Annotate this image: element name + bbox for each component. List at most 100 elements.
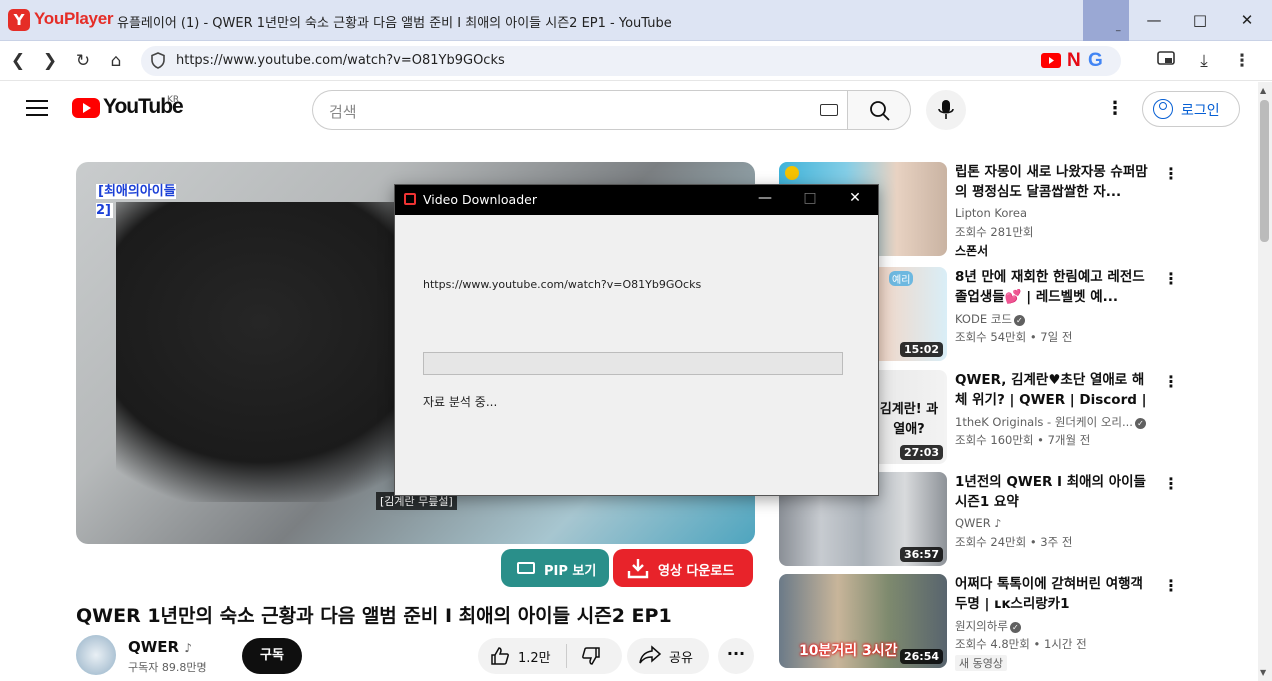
recommendation-channel[interactable]: Lipton Korea [955,206,1027,220]
home-icon[interactable]: ⌂ [106,51,126,71]
video-title: QWER 1년만의 숙소 근황과 다음 앨범 준비 I 최애의 아이들 시즌2 … [76,605,672,627]
page-scrollbar[interactable]: ▲ ▼ [1258,82,1272,681]
download-icon [627,557,649,579]
reload-icon[interactable]: ↻ [73,51,93,71]
new-video-badge: 새 동영상 [955,655,1007,671]
window-extra-button[interactable]: _ [1083,0,1129,41]
recommendation-menu-icon[interactable]: ⋮ [1163,164,1179,183]
share-label: 공유 [669,651,693,666]
dialog-titlebar[interactable]: Video Downloader — □ ✕ [395,185,878,215]
dislike-icon[interactable] [581,646,601,670]
verified-icon: ✓ [1134,418,1146,429]
microphone-icon [938,100,954,119]
recommendation-meta: 조회수 24만회 • 3주 전 [955,535,1073,549]
search-input[interactable]: 검색 [312,90,848,130]
video-thumbnail[interactable]: 10분거리 3시간 26:54 [779,574,947,668]
download-icon[interactable]: ⤓ [1194,51,1214,71]
minimize-icon[interactable]: — [1131,0,1177,41]
scroll-down-icon[interactable]: ▼ [1260,668,1266,677]
hamburger-menu-icon[interactable] [26,100,48,118]
recommendation-menu-icon[interactable]: ⋮ [1163,474,1179,493]
video-downloader-dialog: Video Downloader — □ ✕ https://www.youtu… [394,184,879,496]
window-title: 유플레이어 (1) - QWER 1년만의 숙소 근황과 다음 앨범 준비 I … [117,16,672,31]
search-icon [870,101,890,121]
recommendation-title: 8년 만에 재회한 한림예고 레전드 졸업생들💕 | 레드벨벳 예... [955,269,1145,305]
youtube-ext-icon[interactable] [1041,53,1061,68]
window-titlebar: Y YouPlayer 유플레이어 (1) - QWER 1년만의 숙소 근황과… [0,0,1272,41]
forward-icon[interactable]: ❯ [40,51,60,71]
recommendation-menu-icon[interactable]: ⋮ [1163,372,1179,391]
music-note-icon: ♪ [184,641,192,655]
video-overlay-logo: [최애의아이들2] [96,184,176,218]
netflix-ext-icon[interactable]: N [1067,50,1081,71]
app-logo-icon: Y [8,9,30,31]
pip-window-icon[interactable] [1156,51,1176,71]
scroll-up-icon[interactable]: ▲ [1260,86,1266,95]
pip-label: PIP 보기 [544,564,597,579]
share-icon [639,645,662,670]
close-icon[interactable]: ✕ [1224,0,1270,41]
recommendation-menu-icon[interactable]: ⋮ [1163,576,1179,595]
app-name: YouPlayer [34,9,114,28]
thumbnail-label: 김계란! 과 열애? [879,402,939,437]
dialog-url: https://www.youtube.com/watch?v=O81Yb9GO… [423,278,702,291]
like-divider [566,644,567,668]
more-actions-icon[interactable]: ··· [718,638,754,674]
search-placeholder: 검색 [329,103,357,121]
recommendation-meta: 조회수 160만회 • 7개월 전 [955,433,1091,447]
recommendation-meta: 조회수 281만회 [955,225,1034,239]
search-button[interactable] [847,90,911,130]
channel-avatar[interactable] [76,635,116,675]
subscriber-count: 구독자 89.8만명 [128,661,207,674]
voice-search-button[interactable] [926,90,966,130]
recommendation-channel[interactable]: 1theK Originals - 원더케이 오리... ✓ [955,414,1146,430]
url-text: https://www.youtube.com/watch?v=O81Yb9GO… [176,53,505,68]
download-label: 영상 다운로드 [658,564,735,579]
scrollbar-thumb[interactable] [1260,100,1269,242]
sponsor-logo-icon [785,166,799,180]
share-button[interactable]: 공유 [627,638,709,674]
recommendation-meta: 조회수 4.8만회 • 1시간 전 [955,637,1087,651]
address-bar[interactable]: https://www.youtube.com/watch?v=O81Yb9GO… [141,46,1121,76]
recommendation-title: 어쩌다 톡톡이에 갇혀버린 여행객 두명 | ʟᴋ스리랑카1 [955,576,1143,612]
recommendation-channel[interactable]: KODE 코드 ✓ [955,311,1025,327]
account-icon [1153,99,1173,119]
recommendation-channel[interactable]: 원지의하루 ✓ [955,618,1021,634]
recommendation-channel[interactable]: QWER ♪ [955,516,1001,530]
recommendation-title: 립톤 자몽이 새로 나왔자몽 슈퍼맘의 평정심도 달콤쌉쌀한 자... [955,164,1148,200]
recommendation-meta: 조회수 54만회 • 7일 전 [955,330,1073,344]
video-duration: 26:54 [899,649,943,664]
verified-icon: ✓ [1009,622,1021,633]
channel-name[interactable]: QWER ♪ [128,638,192,656]
recommendation-menu-icon[interactable]: ⋮ [1163,269,1179,288]
browser-menu-icon[interactable]: ⋮ [1232,51,1252,71]
dialog-close-icon[interactable]: ✕ [845,190,865,206]
youtube-logo-icon[interactable] [72,98,100,118]
keyboard-icon[interactable] [820,104,838,116]
back-icon[interactable]: ❮ [8,51,28,71]
recommendation-title: 1년전의 QWER I 최애의 아이들 시즌1 요약 [955,474,1146,510]
downloader-app-icon [404,193,416,205]
dialog-status: 자료 분석 중... [423,395,498,409]
video-duration: 36:57 [899,547,943,562]
video-duration: 15:02 [899,342,943,357]
settings-menu-icon[interactable]: ⋮ [1106,98,1124,122]
like-dislike-group: 1.2만 [478,638,622,674]
pip-icon [517,562,535,574]
music-note-icon: ♪ [994,517,1002,530]
shield-icon [151,52,167,70]
google-ext-icon[interactable]: G [1088,50,1103,71]
video-download-button[interactable]: 영상 다운로드 [613,549,753,587]
recommendation-title: QWER, 김계란♥초단 열애로 해체 위기? | QWER | Discord… [955,372,1147,408]
thumbnail-label: 10분거리 3시간 [799,643,898,659]
like-icon[interactable] [490,646,510,670]
dialog-minimize-icon[interactable]: — [755,190,775,206]
login-label: 로그인 [1181,103,1220,119]
recommendation-item[interactable]: 10분거리 3시간 26:54 어쩌다 톡톡이에 갇혀버린 여행객 두명 | ʟ… [779,574,1179,671]
maximize-icon[interactable]: □ [1177,0,1223,41]
dialog-title: Video Downloader [423,192,537,207]
sponsor-badge: 스폰서 [955,244,989,258]
pip-button[interactable]: PIP 보기 [501,549,609,587]
login-button[interactable]: 로그인 [1142,91,1240,127]
subscribe-button[interactable]: 구독 [242,638,302,674]
